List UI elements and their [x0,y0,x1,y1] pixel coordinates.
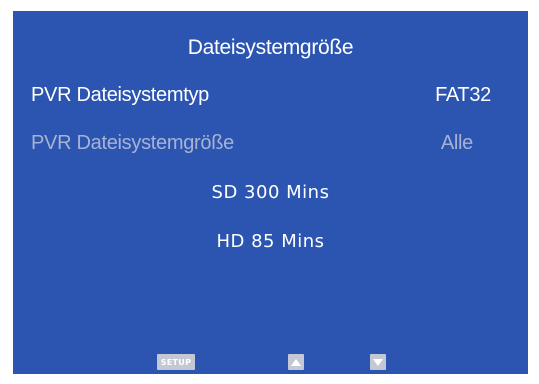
down-button[interactable] [370,354,386,370]
screen-title: Dateisystemgröße [187,36,354,59]
setup-button[interactable]: SETUP [157,354,195,370]
hd-capacity-text: HD 85 Mins [216,231,325,252]
up-button[interactable] [288,354,304,370]
triangle-up-icon [291,358,301,366]
triangle-down-icon [373,358,383,366]
row-filesystem-size-value: Alle [440,132,473,154]
row-filesystem-type[interactable]: PVR Dateisystemtyp FAT32 [31,84,491,110]
sd-capacity-text: SD 300 Mins [211,182,330,203]
row-filesystem-size[interactable]: PVR Dateisystemgröße Alle [31,132,491,158]
row-filesystem-type-label: PVR Dateisystemtyp [31,84,209,106]
row-filesystem-type-value: FAT32 [435,84,491,106]
row-filesystem-size-label: PVR Dateisystemgröße [31,132,234,154]
pvr-settings-screen: Dateisystemgröße PVR Dateisystemtyp FAT3… [13,11,528,374]
